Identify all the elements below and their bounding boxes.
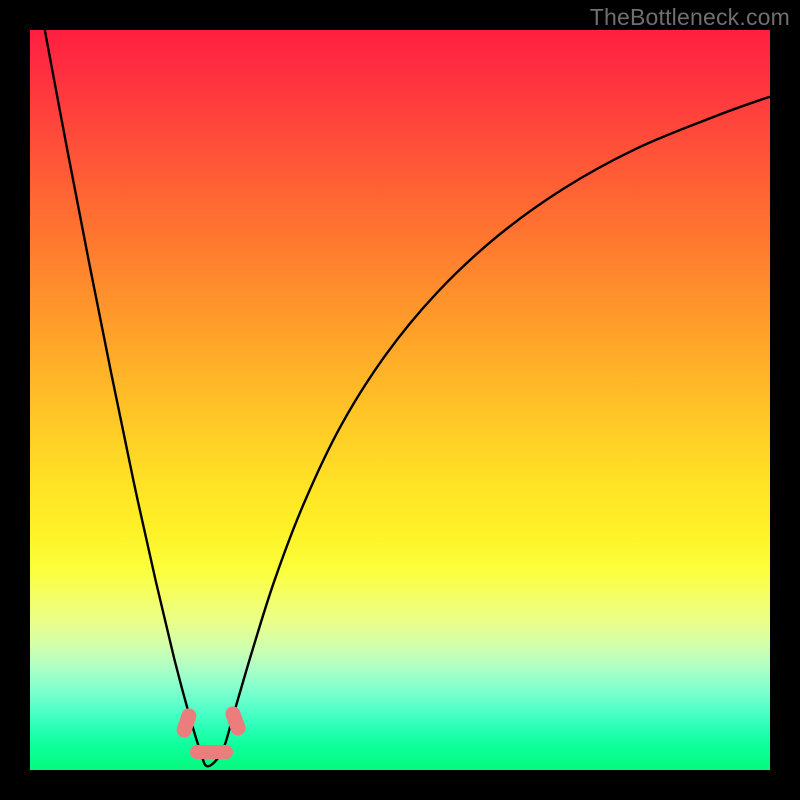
curve-layer — [30, 30, 770, 770]
opt-blob-center — [190, 745, 233, 759]
chart-frame: TheBottleneck.com — [0, 0, 800, 800]
plot-area — [30, 30, 770, 770]
watermark-text: TheBottleneck.com — [590, 4, 790, 31]
bottleneck-curve-path — [45, 30, 770, 766]
